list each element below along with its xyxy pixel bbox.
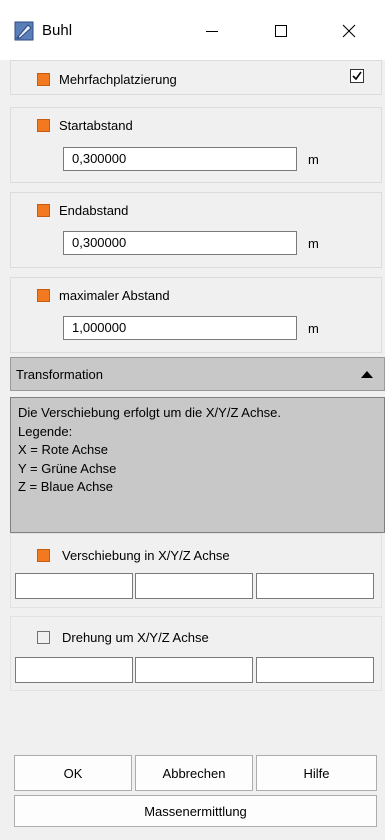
- verschiebung-z-field[interactable]: [256, 573, 374, 599]
- drehung-y-field[interactable]: [135, 657, 253, 683]
- start-indicator: [37, 119, 50, 132]
- transformation-header[interactable]: Transformation: [10, 357, 385, 391]
- drehung-x-field[interactable]: [15, 657, 133, 683]
- info-line-5: Z = Blaue Achse: [18, 479, 114, 494]
- max-field[interactable]: 1,000000: [63, 316, 297, 340]
- mehrfach-checkbox[interactable]: [350, 69, 364, 83]
- start-label: Startabstand: [59, 118, 133, 133]
- end-group: Endabstand 0,300000 m: [10, 192, 382, 268]
- mehrfach-indicator: [37, 73, 50, 86]
- end-label: Endabstand: [59, 203, 129, 218]
- maximize-button[interactable]: [258, 12, 304, 50]
- info-line-2: Legende:: [18, 423, 73, 439]
- transformation-title: Transformation: [16, 367, 103, 382]
- checkmark-icon: [352, 71, 362, 81]
- transformation-info: Die Verschiebung erfolgt um die X/Y/Z Ac…: [10, 397, 385, 533]
- verschiebung-label: Verschiebung in X/Y/Z Achse: [62, 548, 230, 563]
- mehrfach-label: Mehrfachplatzierung: [59, 72, 177, 87]
- info-line-3: X = Rote Achse: [18, 442, 108, 457]
- drehung-indicator[interactable]: [37, 631, 50, 644]
- info-line-4: Y = Grüne Achse: [18, 460, 117, 476]
- close-icon: [342, 24, 356, 38]
- end-field[interactable]: 0,300000: [63, 231, 297, 255]
- collapse-arrow-icon[interactable]: [360, 370, 374, 379]
- drehung-z-field[interactable]: [256, 657, 374, 683]
- ok-button[interactable]: OK: [14, 755, 132, 791]
- maximize-icon: [275, 25, 287, 37]
- drehung-group: Drehung um X/Y/Z Achse: [10, 616, 382, 691]
- mehrfach-group: Mehrfachplatzierung: [10, 60, 382, 95]
- drehung-label: Drehung um X/Y/Z Achse: [62, 630, 209, 645]
- max-label: maximaler Abstand: [59, 288, 170, 303]
- max-group: maximaler Abstand 1,000000 m: [10, 277, 382, 353]
- start-field[interactable]: 0,300000: [63, 147, 297, 171]
- cancel-button[interactable]: Abbrechen: [135, 755, 253, 791]
- title-bar: Buhl: [0, 0, 385, 60]
- app-icon: [14, 21, 34, 41]
- window-title: Buhl: [42, 22, 73, 39]
- dialog-window: Buhl Mehrfachplatzierung Startabstand 0,…: [0, 0, 385, 840]
- verschiebung-group: Verschiebung in X/Y/Z Achse: [10, 533, 382, 608]
- help-button[interactable]: Hilfe: [256, 755, 377, 791]
- start-group: Startabstand 0,300000 m: [10, 107, 382, 183]
- end-unit: m: [308, 236, 319, 251]
- info-line-1: Die Verschiebung erfolgt um die X/Y/Z Ac…: [18, 405, 282, 420]
- verschiebung-y-field[interactable]: [135, 573, 253, 599]
- max-indicator: [37, 289, 50, 302]
- start-unit: m: [308, 152, 319, 167]
- close-button[interactable]: [326, 12, 372, 50]
- massenermittlung-button[interactable]: Massenermittlung: [14, 795, 377, 827]
- minimize-icon: [206, 31, 218, 32]
- dialog-content: Mehrfachplatzierung Startabstand 0,30000…: [10, 60, 385, 840]
- minimize-button[interactable]: [189, 12, 235, 50]
- verschiebung-indicator: [37, 549, 50, 562]
- max-unit: m: [308, 321, 319, 336]
- end-indicator: [37, 204, 50, 217]
- verschiebung-x-field[interactable]: [15, 573, 133, 599]
